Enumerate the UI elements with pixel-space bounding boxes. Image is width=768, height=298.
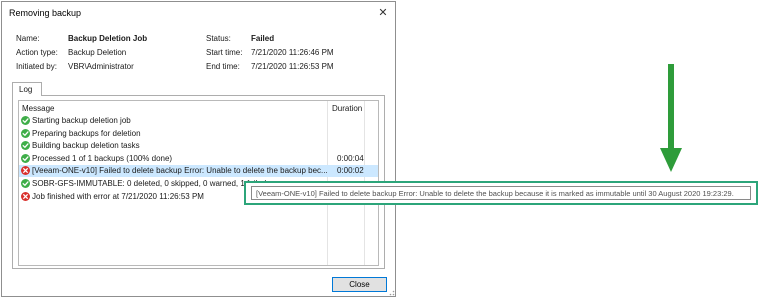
- title-bar: Removing backup ✕: [2, 2, 395, 24]
- name-value: Backup Deletion Job: [68, 34, 148, 43]
- status-label: Status:: [206, 34, 231, 43]
- resize-grip-icon[interactable]: [387, 288, 395, 296]
- annotation-arrow-down-icon: [660, 64, 682, 172]
- start-time-label: Start time:: [206, 48, 243, 57]
- success-check-icon: [21, 153, 30, 163]
- name-label: Name:: [16, 34, 40, 43]
- info-row-name: Name: Backup Deletion Job Status: Failed: [16, 34, 386, 46]
- grid-header: Message Duration: [19, 101, 378, 115]
- success-check-icon: [21, 179, 30, 188]
- action-type-label: Action type:: [16, 48, 58, 57]
- log-duration: 0:00:04: [337, 153, 364, 163]
- log-row[interactable]: Processed 1 of 1 backups (100% done) 0:00…: [19, 153, 378, 165]
- log-duration: 0:00:02: [337, 166, 364, 176]
- log-message: Preparing backups for deletion: [32, 128, 141, 138]
- initiated-by-label: Initiated by:: [16, 62, 57, 71]
- close-window-icon[interactable]: ✕: [375, 5, 391, 21]
- job-info-panel: Name: Backup Deletion Job Status: Failed…: [16, 34, 386, 76]
- log-row[interactable]: Preparing backups for deletion: [19, 128, 378, 140]
- error-x-icon: [21, 191, 30, 201]
- column-header-message[interactable]: Message: [22, 104, 54, 113]
- info-row-action: Action type: Backup Deletion Start time:…: [16, 48, 386, 60]
- success-check-icon: [21, 128, 30, 138]
- window-title: Removing backup: [9, 8, 82, 18]
- end-time-value: 7/21/2020 11:26:53 PM: [251, 62, 334, 71]
- tooltip-highlight-box: [Veeam-ONE-v10] Failed to delete backup …: [244, 181, 758, 205]
- tooltip-text: [Veeam-ONE-v10] Failed to delete backup …: [256, 189, 734, 198]
- log-message: Building backup deletion tasks: [32, 141, 140, 151]
- start-time-value: 7/21/2020 11:26:46 PM: [251, 48, 334, 57]
- log-message: SOBR-GFS-IMMUTABLE: 0 deleted, 0 skipped…: [32, 179, 267, 188]
- tab-log[interactable]: Log: [12, 82, 42, 96]
- end-time-label: End time:: [206, 62, 240, 71]
- action-type-value: Backup Deletion: [68, 48, 127, 57]
- close-button[interactable]: Close: [332, 277, 387, 292]
- log-message: Processed 1 of 1 backups (100% done): [32, 153, 173, 163]
- status-value: Failed: [251, 34, 275, 43]
- success-check-icon: [21, 141, 30, 151]
- success-check-icon: [21, 116, 30, 125]
- removing-backup-dialog: Removing backup ✕ Name: Backup Deletion …: [1, 1, 396, 297]
- error-x-icon: [21, 166, 30, 176]
- log-message: [Veeam-ONE-v10] Failed to delete backup …: [32, 166, 328, 176]
- log-row[interactable]: Starting backup deletion job: [19, 115, 378, 127]
- log-row[interactable]: Building backup deletion tasks: [19, 140, 378, 152]
- initiated-by-value: VBR\Administrator: [68, 62, 134, 71]
- log-row[interactable]: [Veeam-ONE-v10] Failed to delete backup …: [19, 165, 378, 178]
- tooltip: [Veeam-ONE-v10] Failed to delete backup …: [251, 186, 751, 200]
- column-header-duration[interactable]: Duration: [332, 104, 362, 113]
- info-row-initiated: Initiated by: VBR\Administrator End time…: [16, 62, 386, 74]
- log-message: Job finished with error at 7/21/2020 11:…: [32, 191, 204, 201]
- log-message: Starting backup deletion job: [32, 116, 131, 125]
